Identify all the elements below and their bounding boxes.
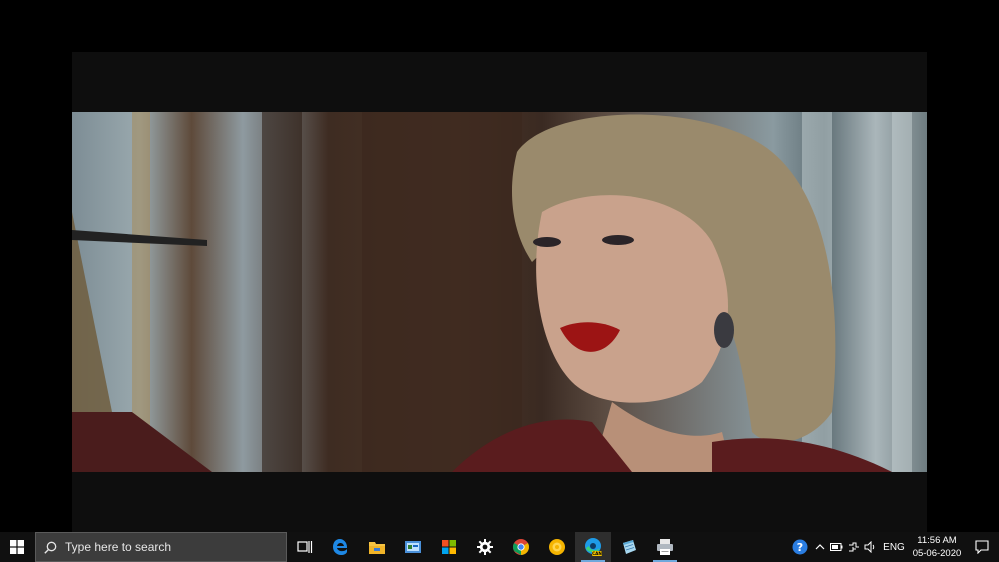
tray-network[interactable]: [845, 532, 862, 562]
clock[interactable]: 11:56 AM 05-06-2020: [909, 534, 965, 560]
tray-show-hidden[interactable]: [811, 532, 828, 562]
video-player[interactable]: [72, 52, 927, 532]
clock-time: 11:56 AM: [917, 535, 957, 546]
edge-legacy-icon: [333, 539, 347, 555]
network-icon: [849, 542, 859, 552]
printer-icon: [657, 539, 673, 555]
battery-icon: [830, 543, 843, 551]
taskbar-app-edge-legacy[interactable]: [323, 532, 359, 562]
search-placeholder: Type here to search: [65, 540, 172, 554]
chevron-up-icon: [815, 544, 824, 550]
action-center-button[interactable]: [965, 532, 999, 562]
taskbar-app-microsoft-store[interactable]: [431, 532, 467, 562]
file-explorer-icon: [369, 542, 385, 554]
control-panel-icon: [405, 541, 421, 553]
canary-badge: CAN: [592, 551, 602, 556]
tray-volume[interactable]: [862, 532, 879, 562]
tray-help[interactable]: ?: [789, 532, 811, 562]
taskbar-app-printer[interactable]: [647, 532, 683, 562]
tray-battery[interactable]: [828, 532, 845, 562]
settings-icon: [477, 539, 493, 555]
video-frame[interactable]: [72, 112, 927, 472]
notification-icon: [975, 540, 989, 554]
edge-canary-icon: CAN: [585, 538, 602, 556]
desktop: [0, 0, 999, 532]
volume-icon: [864, 541, 875, 553]
help-icon: ?: [792, 539, 808, 555]
svg-text:?: ?: [797, 541, 803, 554]
taskbar-app-chrome[interactable]: [503, 532, 539, 562]
search-box[interactable]: Type here to search: [35, 532, 287, 562]
windows-logo-icon: [10, 540, 24, 554]
task-view-icon: [297, 541, 313, 553]
video-scene: [72, 112, 912, 472]
taskbar-app-notepad[interactable]: [611, 532, 647, 562]
clock-date: 05-06-2020: [912, 548, 962, 559]
taskbar-app-control-panel[interactable]: [395, 532, 431, 562]
start-button[interactable]: [0, 532, 34, 562]
taskbar-app-settings[interactable]: [467, 532, 503, 562]
chrome-icon: [513, 539, 529, 555]
taskbar: Type here to search CAN ? ENG 11:56 AM 0…: [0, 532, 999, 562]
taskbar-app-file-explorer[interactable]: [359, 532, 395, 562]
taskbar-app-edge-canary[interactable]: CAN: [575, 532, 611, 562]
search-icon: [44, 541, 57, 554]
notepad-icon: [623, 540, 636, 554]
system-tray: ? ENG 11:56 AM 05-06-2020: [789, 532, 999, 562]
language-indicator[interactable]: ENG: [879, 542, 909, 553]
yellow-app-icon: [549, 539, 565, 555]
taskbar-app-yellow[interactable]: [539, 532, 575, 562]
microsoft-store-icon: [442, 540, 456, 554]
task-view-button[interactable]: [287, 532, 323, 562]
